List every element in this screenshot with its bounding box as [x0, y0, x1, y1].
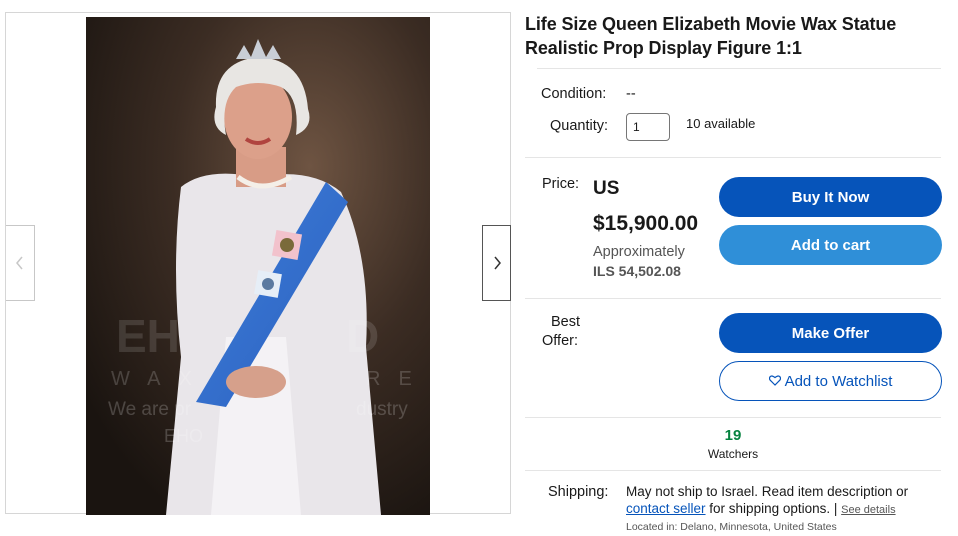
watermark-line5: EHO — [164, 426, 203, 446]
listing-panel: Life Size Queen Elizabeth Movie Wax Stat… — [525, 12, 945, 60]
image-gallery: EH D WAX RE We are pr dustry EHO — [5, 12, 511, 515]
price-currency: US — [593, 178, 620, 199]
heart-outline-icon — [768, 373, 781, 390]
best-offer-label-1: Best — [551, 314, 581, 330]
divider — [525, 470, 941, 471]
svg-text:EH: EH — [116, 310, 180, 362]
divider — [537, 68, 941, 69]
watermark-line3: We are pr — [108, 399, 192, 420]
condition-label: Condition: — [541, 86, 607, 102]
chevron-right-icon — [493, 256, 501, 270]
divider — [525, 298, 941, 299]
product-image[interactable]: EH D WAX RE We are pr dustry EHO — [86, 17, 430, 515]
watchers-label: Watchers — [707, 447, 759, 461]
shipping-label: Shipping: — [548, 484, 609, 500]
divider — [525, 157, 941, 158]
shipping-text-2: for shipping options. | — [705, 501, 842, 516]
buy-it-now-button[interactable]: Buy It Now — [719, 177, 942, 217]
available-count: 10 available — [686, 116, 756, 131]
quantity-label: Quantity: — [550, 118, 609, 134]
next-image-button[interactable] — [482, 225, 511, 301]
chevron-left-icon — [16, 256, 23, 270]
watermark-line1: WAX — [111, 368, 210, 390]
item-location: Located in: Delano, Minnesota, United St… — [626, 521, 837, 533]
see-details-link[interactable]: See details — [841, 504, 895, 516]
watermark-line2: RE — [366, 368, 430, 390]
add-to-watchlist-label: Add to Watchlist — [784, 372, 893, 390]
watermark-line4: dustry — [356, 399, 408, 420]
best-offer-label-2: Offer: — [542, 333, 578, 349]
divider — [525, 417, 941, 418]
quantity-input[interactable] — [626, 113, 670, 141]
price-label: Price: — [542, 176, 580, 192]
make-offer-button[interactable]: Make Offer — [719, 313, 942, 353]
add-to-watchlist-button[interactable]: Add to Watchlist — [719, 361, 942, 401]
contact-seller-link[interactable]: contact seller — [626, 501, 706, 516]
add-to-cart-button[interactable]: Add to cart — [719, 225, 942, 265]
price-amount: $15,900.00 — [593, 212, 699, 235]
shipping-text-1: May not ship to Israel. Read item descri… — [626, 484, 909, 499]
svg-text:D: D — [346, 310, 379, 362]
listing-title: Life Size Queen Elizabeth Movie Wax Stat… — [525, 14, 897, 58]
watchers-count: 19 — [724, 427, 742, 444]
approx-label: Approximately — [593, 244, 685, 260]
shipping-info: May not ship to Israel. Read item descri… — [626, 483, 946, 519]
condition-value: -- — [626, 86, 636, 102]
prev-image-button[interactable] — [6, 225, 35, 301]
approx-value: ILS 54,502.08 — [593, 263, 681, 279]
